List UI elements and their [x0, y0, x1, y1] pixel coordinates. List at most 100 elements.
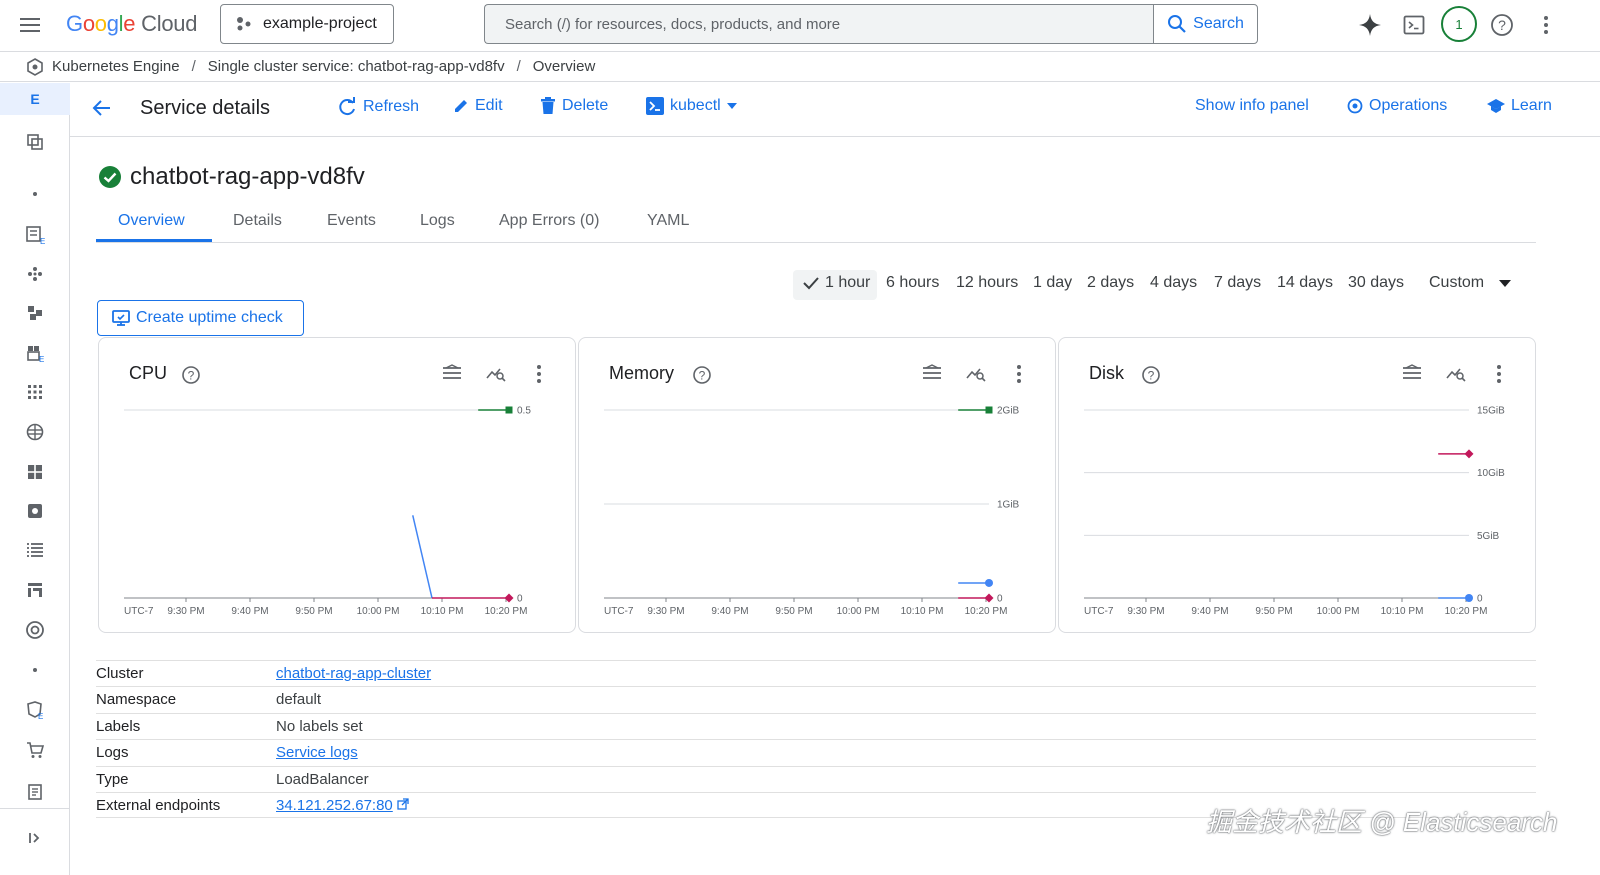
policy-icon[interactable]: E	[24, 699, 46, 721]
rail-item-active[interactable]: E	[0, 83, 70, 115]
legend-toggle-icon[interactable]	[442, 364, 462, 385]
cloud-shell-icon[interactable]	[1401, 12, 1427, 38]
create-uptime-check-button[interactable]: Create uptime check	[97, 300, 304, 336]
time-range-7-days[interactable]: 7 days	[1214, 274, 1261, 292]
watermark: 掘金技术社区 @ Elasticsearch	[1206, 807, 1558, 837]
detail-value-text: default	[276, 691, 322, 709]
tab-events[interactable]: Events	[327, 212, 376, 230]
time-range-4-days[interactable]: 4 days	[1150, 274, 1197, 292]
detail-value-text: chatbot-rag-app-cluster	[276, 665, 432, 682]
chart-help-icon[interactable]: ?	[692, 365, 712, 390]
marketplace-cart-icon[interactable]	[24, 739, 46, 761]
breadcrumb-item-kubernetes-engine[interactable]: Kubernetes Engine	[52, 58, 180, 75]
explore-chart-icon[interactable]	[486, 364, 506, 387]
security-icon[interactable]	[24, 619, 46, 641]
chart-more-vert-icon[interactable]	[536, 364, 542, 389]
detail-label: Labels	[96, 717, 141, 735]
x-tick-label: 9:40 PM	[1191, 606, 1228, 617]
svg-text:E: E	[38, 712, 43, 720]
time-range-30-days[interactable]: 30 days	[1348, 274, 1404, 292]
main-menu-icon[interactable]	[18, 14, 42, 38]
time-range-2-days[interactable]: 2 days	[1087, 274, 1134, 292]
x-tick-label: UTC-7	[604, 606, 634, 617]
storage-icon[interactable]	[24, 500, 46, 522]
svg-text:E: E	[39, 355, 44, 363]
refresh-button[interactable]: Refresh	[337, 97, 419, 117]
time-range-custom[interactable]: Custom	[1429, 274, 1511, 292]
tab-details[interactable]: Details	[233, 212, 282, 230]
expand-rail-icon[interactable]	[24, 827, 46, 849]
left-nav-rail: E E E E	[0, 83, 70, 875]
detail-value-link[interactable]: 34.121.252.67:80	[276, 797, 409, 814]
more-vert-icon[interactable]	[1533, 12, 1559, 38]
applications-icon[interactable]: E	[24, 342, 46, 364]
svg-text:?: ?	[1498, 17, 1506, 33]
operations-button[interactable]: Operations	[1347, 97, 1447, 115]
services-icon[interactable]	[24, 302, 46, 324]
time-range-1-day[interactable]: 1 day	[1033, 274, 1072, 292]
open-in-new-icon[interactable]	[397, 797, 409, 814]
y-tick-label: 2GiB	[997, 406, 1020, 417]
page-title: Service details	[140, 97, 271, 119]
x-tick-label: 10:10 PM	[421, 606, 464, 617]
list-icon[interactable]	[24, 539, 46, 561]
edit-button[interactable]: Edit	[453, 97, 503, 115]
svg-text:?: ?	[188, 369, 195, 383]
overview-icon[interactable]	[24, 131, 46, 153]
search-button[interactable]: Search	[1153, 4, 1258, 44]
x-tick-label: 9:50 PM	[1255, 606, 1292, 617]
cpu-chart-card: CPU? 0.5 0 UTC-7 9:30 PM 9:40 PM 9:50 PM 10:00 …	[98, 337, 576, 633]
dashboard-icon[interactable]	[24, 461, 46, 483]
detail-value-link[interactable]: Service logs	[276, 744, 358, 761]
learn-button[interactable]: Learn	[1487, 97, 1552, 115]
notifications-badge[interactable]: 1	[1441, 6, 1477, 42]
back-arrow-icon[interactable]	[90, 97, 112, 124]
x-tick-label: 9:40 PM	[711, 606, 748, 617]
explore-chart-icon[interactable]	[1446, 364, 1466, 387]
chart-title: Memory	[609, 363, 675, 383]
release-notes-icon[interactable]	[24, 781, 46, 803]
disk-chart-card: Disk? 15GiB 10GiB 5GiB 0 UTC-7 9:30 PM 9:40 PM 9…	[1058, 337, 1536, 633]
x-tick-label: 9:30 PM	[167, 606, 204, 617]
series-end-marker	[1464, 449, 1474, 459]
x-tick-label: 10:10 PM	[901, 606, 944, 617]
clusters-icon[interactable]	[24, 263, 46, 285]
reports-icon[interactable]	[24, 579, 46, 601]
tab-yaml[interactable]: YAML	[647, 212, 689, 230]
help-icon[interactable]: ?	[1489, 12, 1515, 38]
breadcrumb-item-service[interactable]: Single cluster service: chatbot-rag-app-…	[208, 58, 505, 75]
project-picker[interactable]: example-project	[220, 4, 394, 44]
time-range-1-hour[interactable]: 1 hour	[825, 274, 870, 292]
chart-more-vert-icon[interactable]	[1496, 364, 1502, 389]
kubernetes-engine-icon	[27, 57, 43, 76]
detail-value-link[interactable]: chatbot-rag-app-cluster	[276, 665, 431, 682]
time-range-6-hours[interactable]: 6 hours	[886, 274, 939, 292]
chart-help-icon[interactable]: ?	[181, 365, 201, 390]
legend-toggle-icon[interactable]	[1402, 364, 1422, 385]
svg-text:?: ?	[699, 369, 706, 383]
series-end-marker	[985, 406, 993, 414]
breadcrumb: Kubernetes Engine / Single cluster servi…	[0, 52, 1600, 82]
apps-grid-icon[interactable]	[24, 381, 46, 403]
monitor-icon	[112, 310, 130, 326]
time-range-12-hours[interactable]: 12 hours	[956, 274, 1018, 292]
explore-chart-icon[interactable]	[966, 364, 986, 387]
google-cloud-logo[interactable]: Google Cloud	[66, 11, 197, 37]
search-input[interactable]: Search (/) for resources, docs, products…	[484, 4, 1154, 44]
time-range-14-days[interactable]: 14 days	[1277, 274, 1333, 292]
workloads-icon[interactable]: E	[24, 224, 46, 246]
tab-app-errors[interactable]: App Errors (0)	[499, 212, 599, 230]
legend-toggle-icon[interactable]	[922, 364, 942, 385]
chart-help-icon[interactable]: ?	[1141, 365, 1161, 390]
gemini-sparkle-icon[interactable]	[1357, 12, 1383, 38]
detail-row: Labels No labels set	[96, 712, 1536, 739]
memory-chart-card: Memory? 2GiB 1GiB 0 UTC-7 9:30 PM 9:40 PM 9:50 …	[578, 337, 1056, 633]
chart-more-vert-icon[interactable]	[1016, 364, 1022, 389]
show-info-panel-button[interactable]: Show info panel	[1195, 97, 1309, 115]
delete-button[interactable]: Delete	[540, 97, 608, 115]
tab-logs[interactable]: Logs	[420, 212, 455, 230]
check-icon	[803, 276, 819, 295]
tab-overview[interactable]: Overview	[118, 212, 185, 230]
kubectl-dropdown[interactable]: kubectl	[646, 97, 737, 115]
config-icon[interactable]	[24, 421, 46, 443]
